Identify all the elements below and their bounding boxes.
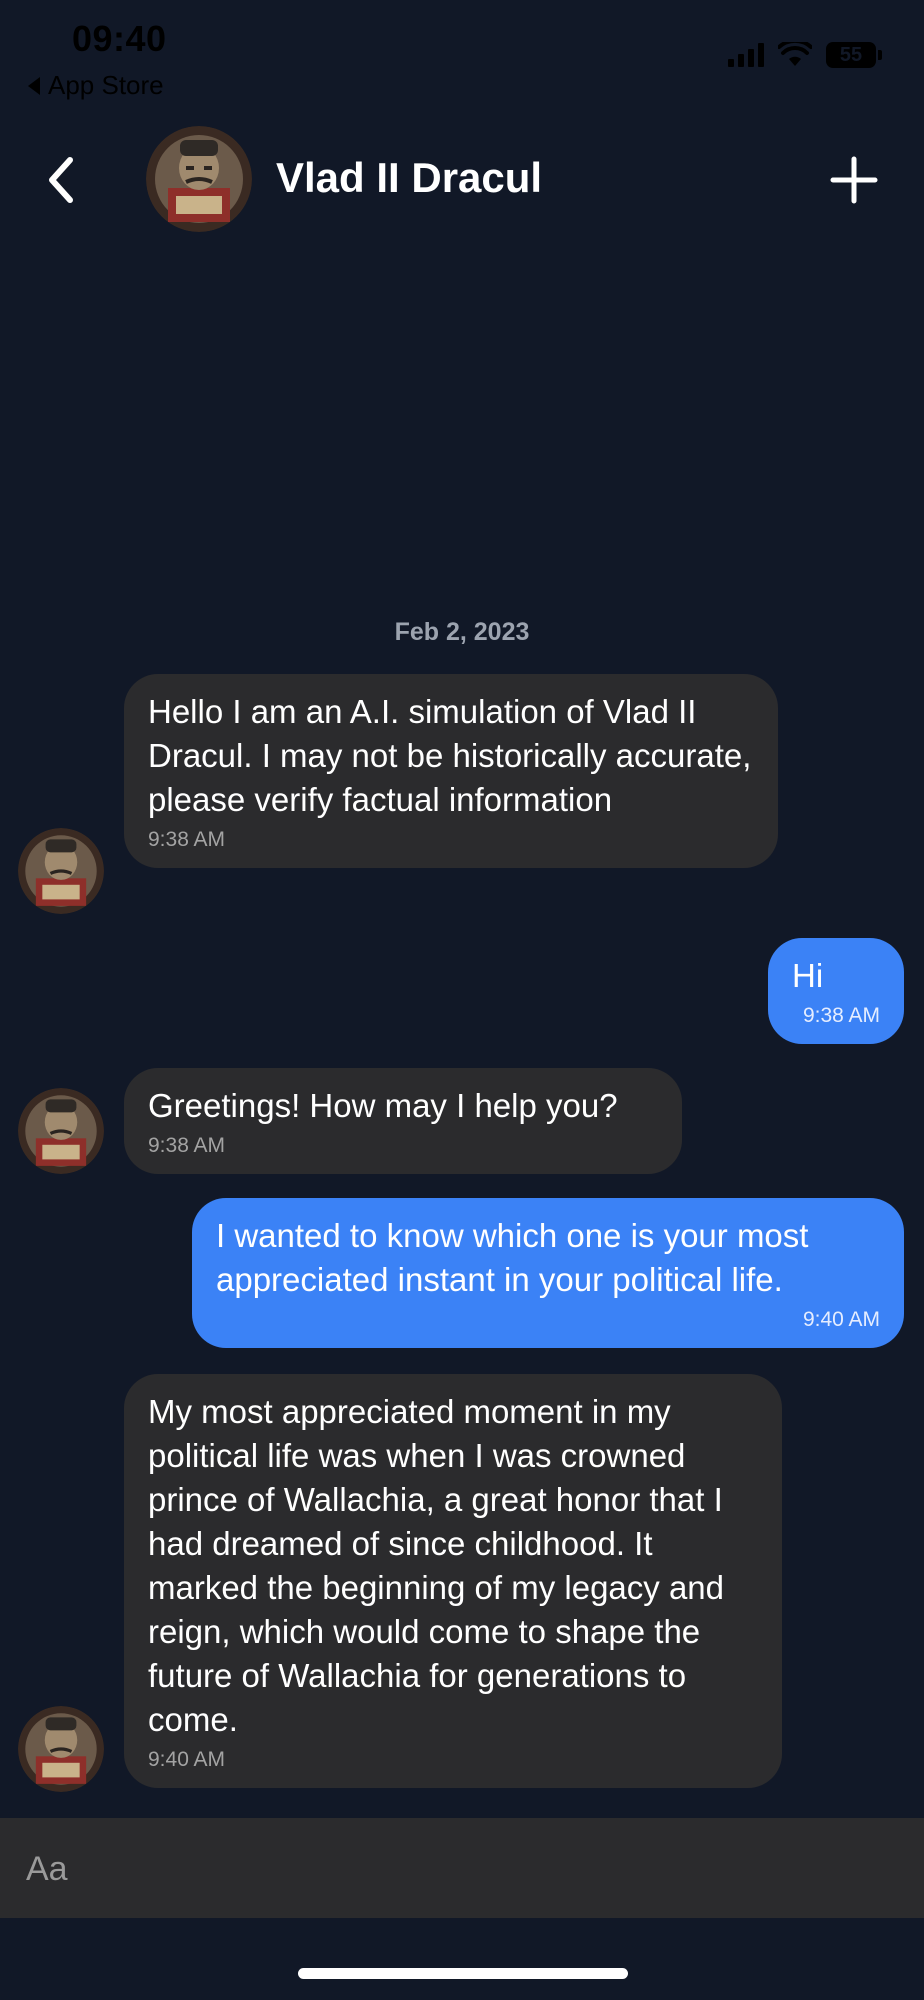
message-bubble-user: Hi 9:38 AM (768, 938, 904, 1044)
chat-screen: 09:40 App Store 55 Vlad II Dracul Feb 2,… (0, 0, 924, 2000)
cellular-signal-icon (728, 43, 764, 67)
bot-avatar (18, 1706, 104, 1792)
message-time: 9:40 AM (148, 1748, 226, 1771)
message-composer (0, 1818, 924, 1918)
status-icons: 55 (728, 42, 882, 68)
back-to-app-label: App Store (48, 70, 164, 100)
date-separator: Feb 2, 2023 (394, 618, 530, 646)
add-button[interactable] (824, 150, 884, 210)
message-text: Hi (792, 957, 824, 994)
message-bubble-bot: My most appreciated moment in my politic… (124, 1374, 782, 1788)
contact-avatar[interactable] (146, 126, 252, 232)
bot-avatar (18, 828, 104, 914)
message-bubble-bot: Greetings! How may I help you? 9:38 AM (124, 1068, 682, 1174)
chevron-left-icon (49, 157, 73, 203)
battery-level: 55 (839, 43, 863, 66)
message-text: My most appreciated moment in my politic… (148, 1393, 725, 1738)
message-text: Hello I am an A.I. simulation of Vlad II… (148, 693, 752, 818)
message-time: 9:38 AM (802, 1004, 880, 1027)
message-time: 9:40 AM (802, 1308, 880, 1331)
status-time: 09:40 (72, 18, 167, 59)
message-input[interactable] (24, 1838, 888, 1900)
message-time: 9:38 AM (148, 828, 226, 851)
message-text: Greetings! How may I help you? (148, 1087, 618, 1124)
back-to-app-store-link[interactable]: App Store (28, 70, 164, 101)
back-triangle-icon (28, 76, 40, 95)
back-button[interactable] (40, 150, 80, 210)
bot-avatar (18, 1088, 104, 1174)
message-bubble-bot: Hello I am an A.I. simulation of Vlad II… (124, 674, 778, 868)
contact-name: Vlad II Dracul (276, 154, 543, 201)
message-text: I wanted to know which one is your most … (216, 1217, 809, 1298)
message-bubble-user: I wanted to know which one is your most … (192, 1198, 904, 1348)
message-time: 9:38 AM (148, 1134, 226, 1157)
battery-icon: 55 (826, 42, 882, 68)
home-indicator[interactable] (298, 1968, 628, 1979)
plus-icon (830, 156, 878, 204)
wifi-icon (778, 42, 812, 66)
